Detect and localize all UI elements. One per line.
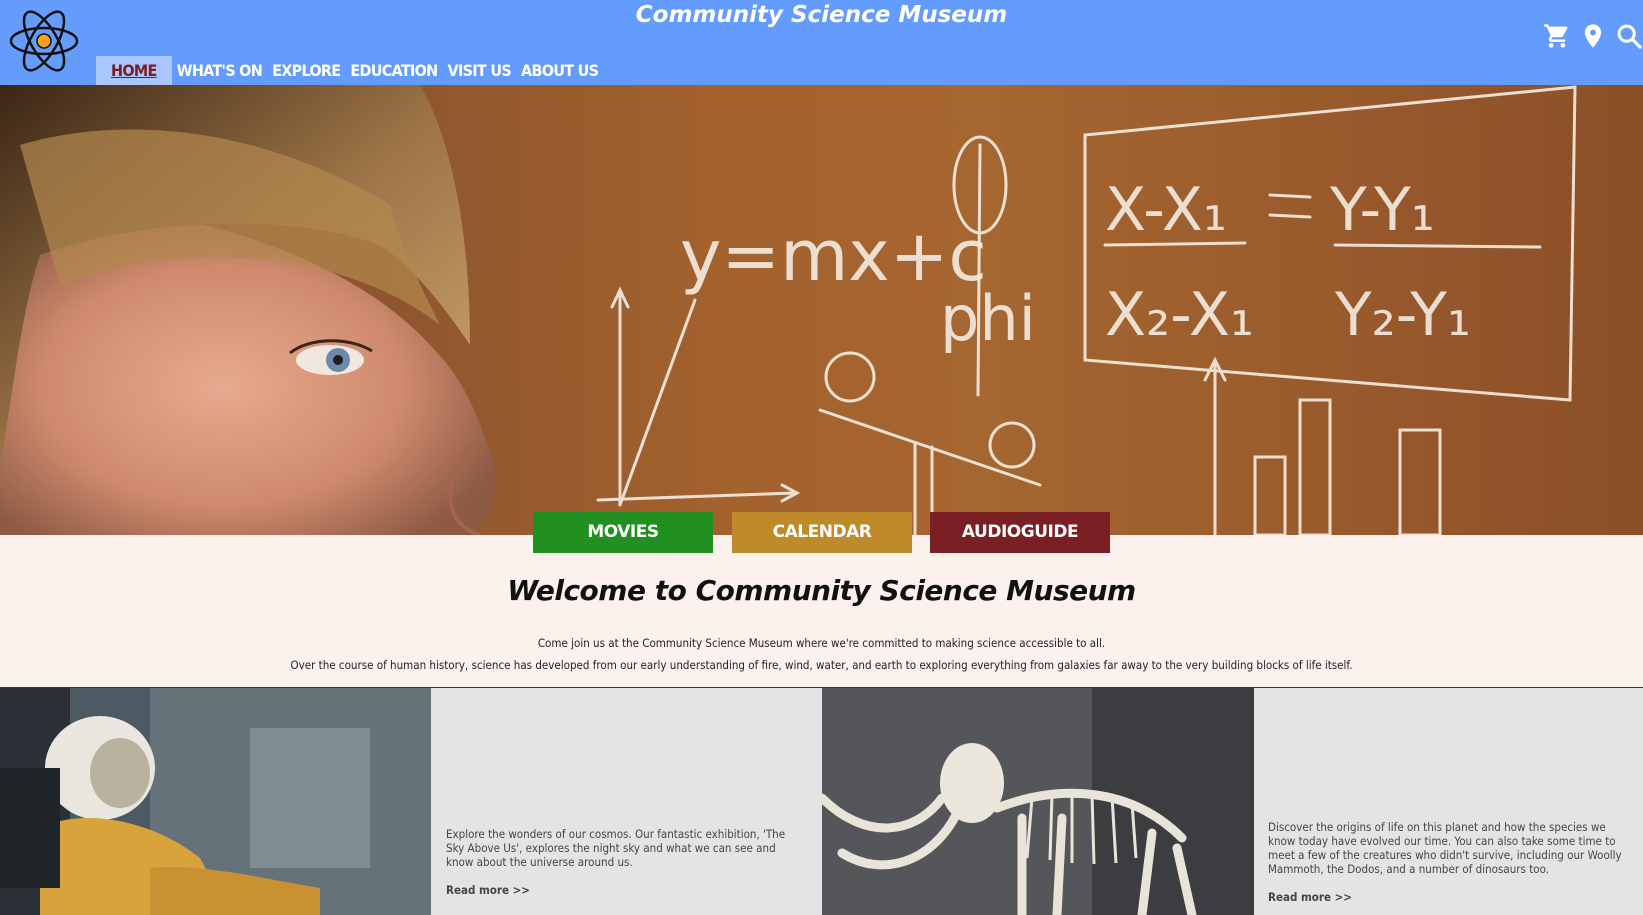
svg-text:X₂-X₁: X₂-X₁ bbox=[1105, 280, 1254, 350]
hero-banner: y=mx+c phi X-X₁ Y-Y₁ X₂-X₁ Y₂-Y₁ bbox=[0, 85, 1643, 535]
search-icon[interactable] bbox=[1615, 22, 1643, 50]
read-more-link-evolution[interactable]: Read more >> bbox=[1268, 890, 1352, 904]
nav-education[interactable]: EDUCATION bbox=[345, 56, 442, 85]
welcome-line-2: Over the course of human history, scienc… bbox=[290, 658, 1353, 672]
site-title: Community Science Museum bbox=[635, 2, 1008, 28]
feature-card-evolution: Discover the origins of life on this pla… bbox=[1254, 688, 1643, 915]
svg-text:Y-Y₁: Y-Y₁ bbox=[1329, 175, 1435, 245]
astronaut-exhibit-image[interactable] bbox=[0, 688, 431, 915]
welcome-title: Welcome to Community Science Museum bbox=[507, 574, 1136, 607]
mammoth-exhibit-image[interactable] bbox=[822, 688, 1254, 915]
main-nav: HOME WHAT'S ON EXPLORE EDUCATION VISIT U… bbox=[96, 56, 603, 85]
nav-about-us[interactable]: ABOUT US bbox=[516, 56, 603, 85]
hero-image: y=mx+c phi X-X₁ Y-Y₁ X₂-X₁ Y₂-Y₁ bbox=[0, 85, 1577, 535]
nav-visit-us[interactable]: VISIT US bbox=[443, 56, 517, 85]
svg-text:Y₂-Y₁: Y₂-Y₁ bbox=[1334, 280, 1471, 350]
feature-text-cosmos: Explore the wonders of our cosmos. Our f… bbox=[446, 827, 786, 869]
location-pin-icon[interactable] bbox=[1579, 22, 1607, 50]
movies-button[interactable]: MOVIES bbox=[533, 512, 713, 553]
chalk-phi: phi bbox=[940, 282, 1036, 355]
cart-icon[interactable] bbox=[1543, 22, 1571, 50]
nav-whats-on[interactable]: WHAT'S ON bbox=[172, 56, 267, 85]
nav-explore[interactable]: EXPLORE bbox=[267, 56, 345, 85]
feature-text-evolution: Discover the origins of life on this pla… bbox=[1268, 820, 1622, 876]
audioguide-button[interactable]: AUDIOGUIDE bbox=[930, 512, 1110, 553]
astronaut-image bbox=[0, 688, 431, 915]
read-more-link-cosmos[interactable]: Read more >> bbox=[446, 883, 530, 897]
site-header: Community Science Museum HOME WHAT'S ON … bbox=[0, 0, 1643, 85]
calendar-button[interactable]: CALENDAR bbox=[732, 512, 912, 553]
welcome-line-1: Come join us at the Community Science Mu… bbox=[537, 636, 1106, 650]
svg-text:X-X₁: X-X₁ bbox=[1105, 175, 1227, 245]
mammoth-skeleton-image bbox=[822, 688, 1254, 915]
feature-card-cosmos: Explore the wonders of our cosmos. Our f… bbox=[431, 688, 822, 915]
header-icons bbox=[1543, 22, 1643, 50]
nav-home[interactable]: HOME bbox=[96, 56, 172, 85]
